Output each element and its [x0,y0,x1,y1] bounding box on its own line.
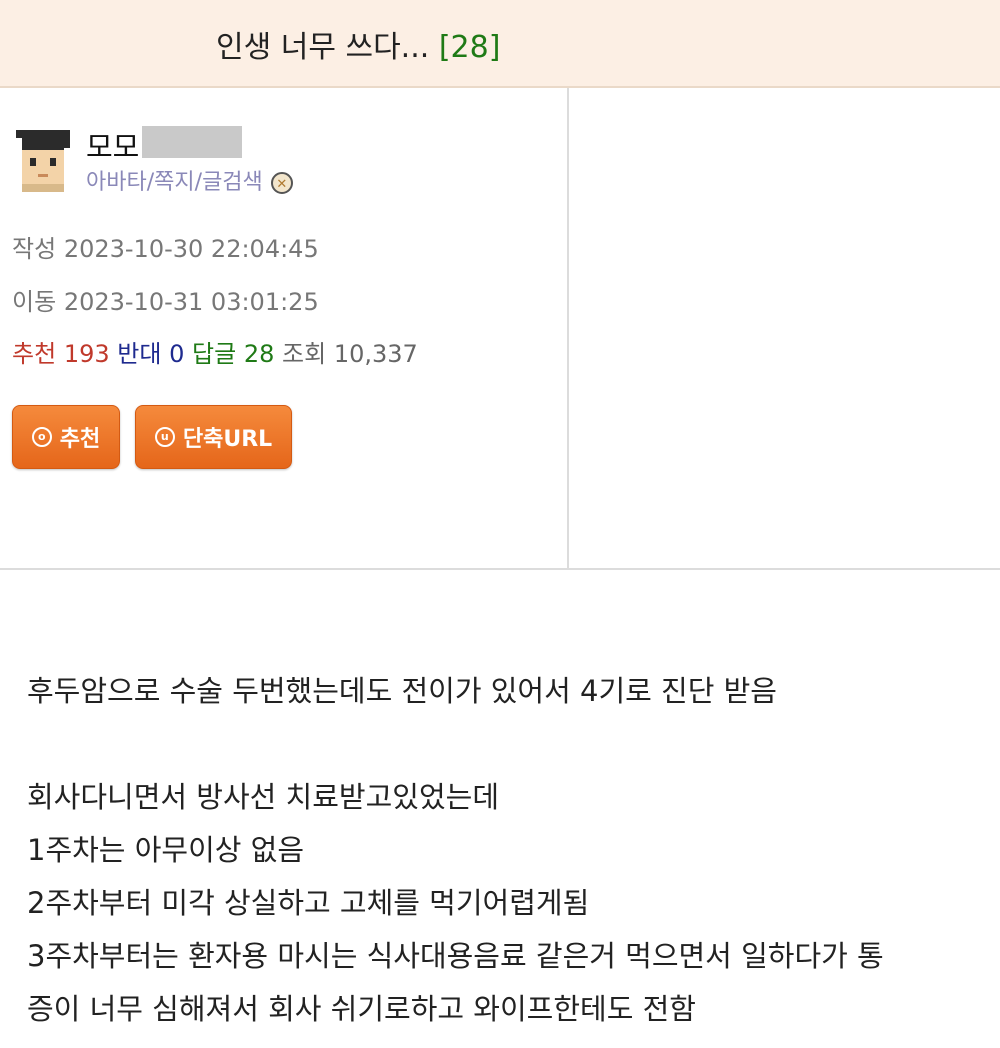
body-line: 2주차부터 미각 상실하고 고체를 먹기어렵게됨 [27,886,590,920]
recommend-button-label: 추천 [59,427,101,452]
short-url-icon: u [154,427,175,447]
search-posts-link[interactable]: 글검색 [202,170,263,195]
body-line: 후두암으로 수술 두번했는데도 전이가 있어서 4기로 진단 받음 [27,674,777,708]
body-line: 증이 너무 심해져서 회사 쉬기로하고 와이프한테도 전함 [27,992,696,1026]
moved-value: 2023-10-31 03:01:25 [63,288,319,316]
avatar-link[interactable]: 아바타 [86,170,147,195]
member-badge-icon: ✕ [270,172,293,194]
reply-label: 답글 [192,340,237,368]
views-count: 10,337 [333,340,418,368]
author-links: 아바타/쪽지/글검색 ✕ [86,164,293,196]
oppose-count: 0 [169,340,185,368]
short-url-button[interactable]: u 단축URL [135,405,292,469]
moved-date-row: 이동 2023-10-31 03:01:25 [12,282,319,317]
reply-count: 28 [243,340,275,368]
recommend-button[interactable]: o 추천 [12,405,120,469]
views-label: 조회 [282,340,327,368]
body-line: 회사다니면서 방사선 치료받고있었는데 [27,780,499,814]
body-line: 3주차부터는 환자용 마시는 식사대용음료 같은거 먹으면서 일하다가 통 [27,939,884,973]
moved-label: 이동 [12,288,57,316]
post-title-text: 인생 너무 쓰다... [216,30,430,65]
post-info-panel: 모모 아바타/쪽지/글검색 ✕ 작성 2023-10-30 22:04:45 이동… [0,88,1000,570]
message-link[interactable]: 쪽지 [154,170,194,195]
avatar-icon[interactable] [12,128,74,192]
author-name-mask [142,126,242,158]
link-separator: / [194,170,203,195]
post-body: 후두암으로 수술 두번했는데도 전이가 있어서 4기로 진단 받음 회사다니면서… [27,665,987,1036]
reply-count-badge[interactable]: [28] [439,30,501,65]
recommend-icon: o [31,427,52,447]
author-name[interactable]: 모모 [86,124,139,166]
written-value: 2023-10-30 22:04:45 [63,235,319,263]
body-line: 1주차는 아무이상 없음 [27,833,305,867]
short-url-button-label: 단축URL [182,427,273,452]
recommend-count: 193 [63,340,110,368]
panel-divider [567,88,569,568]
post-title: 인생 너무 쓰다... [28] [216,22,500,66]
post-title-bar: 인생 너무 쓰다... [28] [0,0,1000,88]
written-date-row: 작성 2023-10-30 22:04:45 [12,229,319,264]
written-label: 작성 [12,235,57,263]
post-stats-row: 추천 193 반대 0 답글 28 조회 10,337 [12,334,418,369]
recommend-label: 추천 [12,340,57,368]
oppose-label: 반대 [117,340,162,368]
